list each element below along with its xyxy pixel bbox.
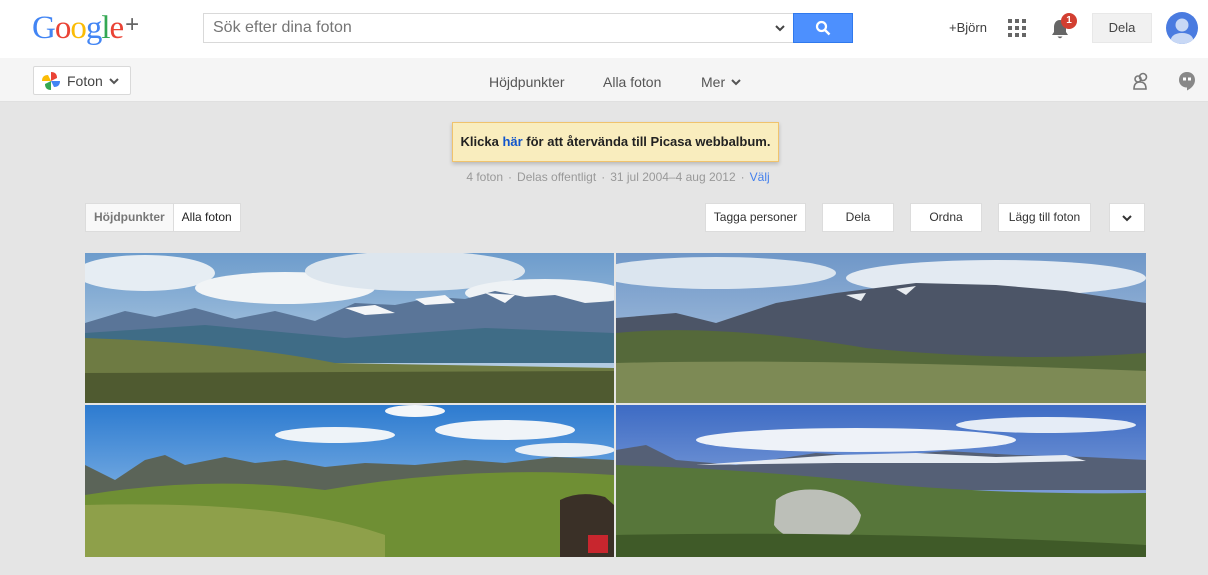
photo-count: 4 foton (466, 170, 504, 184)
photo-tile-2[interactable] (616, 253, 1146, 403)
photo-tile-3[interactable] (85, 405, 614, 557)
sub-navigation-bar: Foton Höjdpunkter Alla foton Mer (0, 58, 1208, 102)
person-silhouette-icon (1170, 18, 1194, 44)
tab-highlights[interactable]: Höjdpunkter (489, 74, 565, 90)
google-plus-logo[interactable]: Google+ (32, 10, 139, 49)
avatar[interactable] (1166, 12, 1198, 44)
sharing-status: Delas offentligt (517, 170, 597, 184)
apps-grid-icon[interactable] (1008, 19, 1026, 37)
chevron-down-icon (731, 79, 741, 86)
more-options-button[interactable] (1109, 203, 1145, 232)
toggle-highlights[interactable]: Höjdpunkter (86, 204, 174, 231)
add-photos-button[interactable]: Lägg till foton (998, 203, 1091, 232)
tag-people-button[interactable]: Tagga personer (705, 203, 806, 232)
select-link[interactable]: Välj (750, 170, 770, 184)
hangouts-icon[interactable] (1177, 71, 1197, 91)
tab-all-photos[interactable]: Alla foton (603, 74, 661, 90)
mountain-panorama-2 (616, 253, 1146, 403)
share-album-button[interactable]: Dela (822, 203, 894, 232)
toggle-all-photos[interactable]: Alla foton (173, 204, 240, 231)
pinwheel-icon (42, 71, 60, 90)
top-bar: Google+ +Björn 1 Dela (0, 0, 1208, 58)
picasa-return-link[interactable]: här (502, 134, 522, 149)
chevron-down-icon[interactable] (773, 21, 787, 35)
chevron-down-icon (1122, 215, 1132, 222)
tab-more-label: Mer (701, 74, 726, 90)
search-input[interactable] (204, 14, 764, 42)
tab-more[interactable]: Mer (701, 74, 742, 90)
photos-app-label: Foton (67, 72, 103, 89)
photos-app-menu[interactable]: Foton (33, 66, 131, 95)
share-button[interactable]: Dela (1092, 13, 1152, 43)
album-meta: 4 foton · Delas offentligt · 31 jul 2004–4 a… (466, 170, 770, 184)
search-button[interactable] (793, 13, 853, 43)
date-range: 31 jul 2004–4 aug 2012 (610, 170, 736, 184)
picasa-return-banner: Klicka här för att återvända till Picasa… (452, 122, 779, 162)
user-profile-link[interactable]: +Björn (949, 20, 987, 35)
photo-tile-4[interactable] (616, 405, 1146, 557)
mountain-panorama-3 (85, 405, 614, 557)
arrange-button[interactable]: Ordna (910, 203, 982, 232)
search-box (203, 13, 793, 43)
people-circles-icon[interactable] (1131, 71, 1151, 91)
chevron-down-icon (109, 77, 119, 84)
mountain-panorama-1 (85, 253, 614, 403)
search-icon (815, 20, 831, 36)
mountain-panorama-4 (616, 405, 1146, 557)
notification-count-badge: 1 (1061, 13, 1077, 29)
photo-tile-1[interactable] (85, 253, 614, 403)
view-toggle: Höjdpunkter Alla foton (85, 203, 241, 232)
